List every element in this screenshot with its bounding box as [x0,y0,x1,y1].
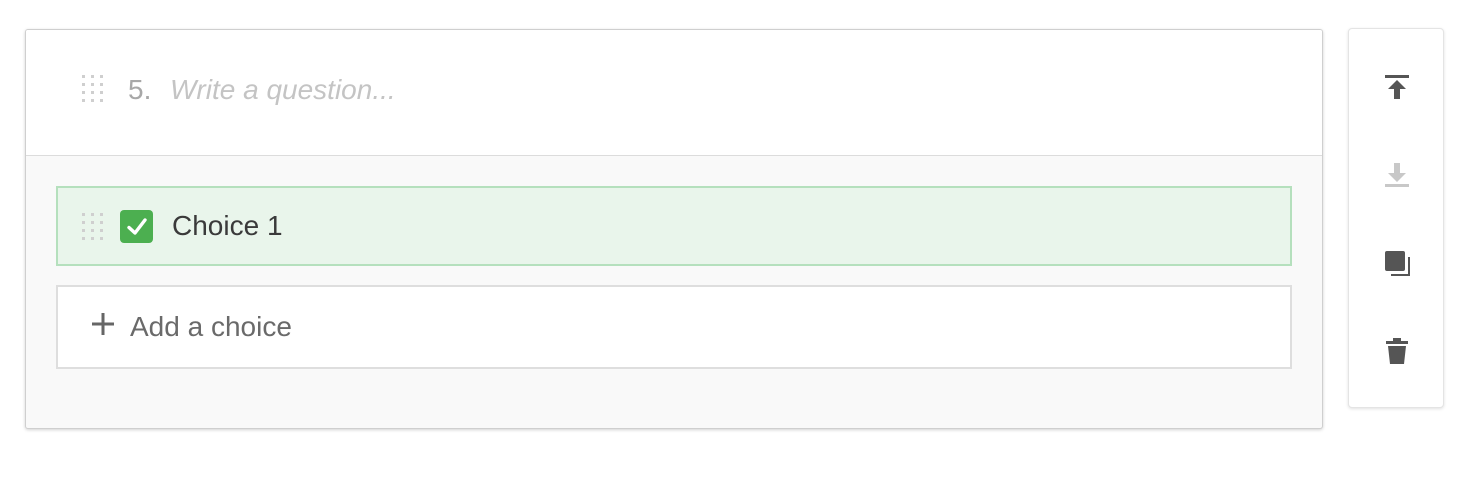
add-choice-label: Add a choice [130,311,292,342]
move-to-bottom-button[interactable] [1373,151,1421,199]
choice-label[interactable]: Choice 1 [172,210,283,242]
duplicate-button[interactable] [1373,239,1421,287]
question-card: 5. Choice 1 Add a choice [25,29,1323,429]
checkmark-icon [126,217,147,235]
arrow-down-to-line-icon [1385,163,1409,187]
question-header: 5. [26,30,1322,156]
delete-button[interactable] [1373,327,1421,375]
question-toolbar [1348,28,1444,408]
checkbox-checked[interactable] [120,210,153,243]
arrow-up-to-line-icon [1385,75,1409,99]
trash-icon [1386,338,1408,364]
plus-icon [92,313,114,335]
question-number: 5. [128,74,152,105]
copy-icon [1385,251,1410,276]
drag-handle-icon[interactable] [82,75,104,105]
drag-handle-icon[interactable] [82,213,104,243]
move-to-top-button[interactable] [1373,63,1421,111]
question-input[interactable] [170,70,970,110]
add-choice-button[interactable]: Add a choice [56,285,1292,369]
choice-item[interactable]: Choice 1 [56,186,1292,266]
